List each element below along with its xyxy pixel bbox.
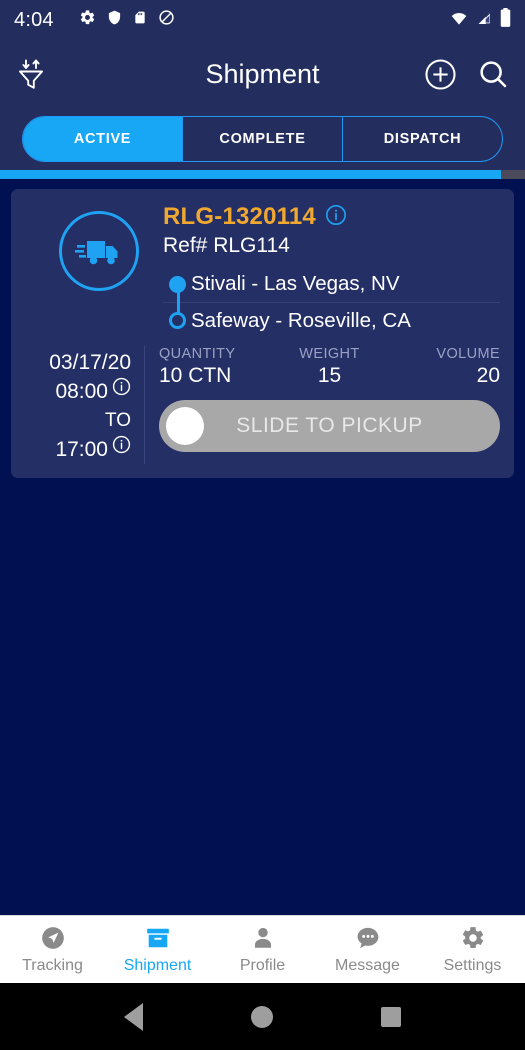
do-not-disturb-icon (158, 9, 175, 31)
tab-active[interactable]: ACTIVE (23, 117, 182, 161)
app-bar: Shipment (0, 40, 525, 108)
person-icon (250, 925, 276, 954)
nav-item-settings[interactable]: Settings (420, 925, 525, 975)
pickup-end-row: 17:00 (55, 435, 131, 464)
stat-volume-value: 20 (476, 364, 501, 387)
origin-dot-icon (163, 275, 191, 293)
slide-to-pickup-slider[interactable]: SLIDE TO PICKUP (159, 400, 500, 452)
nav-item-tracking[interactable]: Tracking (0, 925, 105, 975)
stat-volume-label: VOLUME (436, 346, 501, 362)
gear-icon (79, 9, 96, 31)
shield-icon (107, 9, 122, 31)
nav-label-profile: Profile (239, 956, 286, 974)
gear-icon (460, 925, 486, 954)
nav-label-shipment: Shipment (123, 956, 192, 974)
app-bar-left (16, 57, 46, 91)
pickup-window: 03/17/20 08:00 TO 17:00 (25, 346, 145, 464)
shipment-card-info: RLG-1320114 Ref# RLG114 Stivali - Las Ve… (151, 203, 500, 338)
app-bar-right (424, 58, 509, 91)
pickup-end-time: 17:00 (55, 438, 108, 461)
shipment-id-row: RLG-1320114 (163, 203, 500, 231)
tab-bar: ACTIVE COMPLETE DISPATCH (0, 108, 525, 170)
stat-quantity: QUANTITY 10 CTN (159, 346, 273, 388)
route-section: Stivali - Las Vegas, NV Safeway - Rosevi… (163, 266, 500, 338)
status-bar: 4:04 (0, 0, 525, 40)
cellular-signal-icon (476, 10, 493, 31)
status-bar-left: 4:04 (14, 9, 449, 32)
shipment-card-top: RLG-1320114 Ref# RLG114 Stivali - Las Ve… (11, 189, 514, 346)
box-icon (145, 925, 171, 954)
chat-bubble-icon (355, 925, 381, 954)
shipment-reference: Ref# RLG114 (163, 234, 290, 257)
nav-label-settings: Settings (443, 956, 502, 974)
stat-weight-label: WEIGHT (299, 346, 360, 362)
pickup-window-separator: TO (104, 410, 131, 431)
nav-label-message: Message (335, 956, 400, 974)
status-bar-clock: 4:04 (14, 8, 54, 31)
android-navigation-bar (0, 983, 525, 1050)
bottom-navigation: Tracking Shipment Profile Message Settin (0, 915, 525, 983)
nav-item-shipment[interactable]: Shipment (105, 925, 210, 975)
segmented-tabs: ACTIVE COMPLETE DISPATCH (22, 116, 503, 162)
shipment-stats-section: QUANTITY 10 CTN WEIGHT 15 VOLUME 20 SLID… (145, 346, 500, 464)
delivery-truck-icon (59, 211, 139, 291)
recents-square-icon[interactable] (381, 1006, 401, 1027)
route-destination-row: Safeway - Roseville, CA (163, 302, 500, 338)
nav-label-tracking: Tracking (22, 956, 83, 974)
route-destination-label: Safeway - Roseville, CA (191, 308, 411, 332)
sort-filter-icon[interactable] (16, 57, 46, 91)
slider-knob[interactable] (166, 407, 204, 445)
tab-complete[interactable]: COMPLETE (182, 117, 342, 161)
shipment-card-bottom: 03/17/20 08:00 TO 17:00 QUANTITY 10 CTN … (11, 346, 514, 478)
route-origin-row: Stivali - Las Vegas, NV (163, 266, 500, 302)
search-icon[interactable] (477, 58, 509, 90)
battery-icon (500, 8, 511, 32)
nav-item-message[interactable]: Message (315, 925, 420, 975)
pickup-date: 03/17/20 (49, 351, 131, 374)
stat-quantity-label: QUANTITY (159, 346, 236, 362)
stat-volume: VOLUME 20 (386, 346, 500, 388)
back-triangle-icon[interactable] (124, 1002, 143, 1031)
destination-ring-icon (163, 312, 191, 329)
stat-weight-value: 15 (317, 364, 342, 387)
shipment-id: RLG-1320114 (163, 203, 316, 230)
stat-quantity-value: 10 CTN (159, 364, 232, 387)
route-origin-label: Stivali - Las Vegas, NV (191, 272, 400, 295)
scroll-indicator-fill (0, 170, 502, 179)
tab-dispatch[interactable]: DISPATCH (342, 117, 502, 161)
phone-screen: 4:04 Shipment ACTIVE COMPLETE DISPATCH R… (0, 0, 525, 1050)
add-circle-icon[interactable] (424, 58, 457, 91)
pickup-start-time: 08:00 (55, 380, 108, 403)
slider-label: SLIDE TO PICKUP (236, 414, 423, 437)
shipment-stats: QUANTITY 10 CTN WEIGHT 15 VOLUME 20 (159, 346, 500, 388)
nav-item-profile[interactable]: Profile (210, 925, 315, 975)
sd-card-icon (133, 9, 147, 31)
stat-weight: WEIGHT 15 (273, 346, 387, 388)
info-icon[interactable] (112, 435, 131, 464)
navigation-arrow-icon (40, 925, 66, 954)
info-icon[interactable] (325, 204, 347, 231)
info-icon[interactable] (112, 377, 131, 406)
scroll-indicator[interactable] (0, 170, 525, 179)
wifi-icon (449, 10, 469, 31)
home-circle-icon[interactable] (251, 1005, 273, 1028)
pickup-start-row: 08:00 (55, 377, 131, 406)
shipment-card[interactable]: RLG-1320114 Ref# RLG114 Stivali - Las Ve… (11, 189, 514, 478)
shipment-list: RLG-1320114 Ref# RLG114 Stivali - Las Ve… (0, 179, 525, 915)
status-bar-right (449, 8, 511, 32)
